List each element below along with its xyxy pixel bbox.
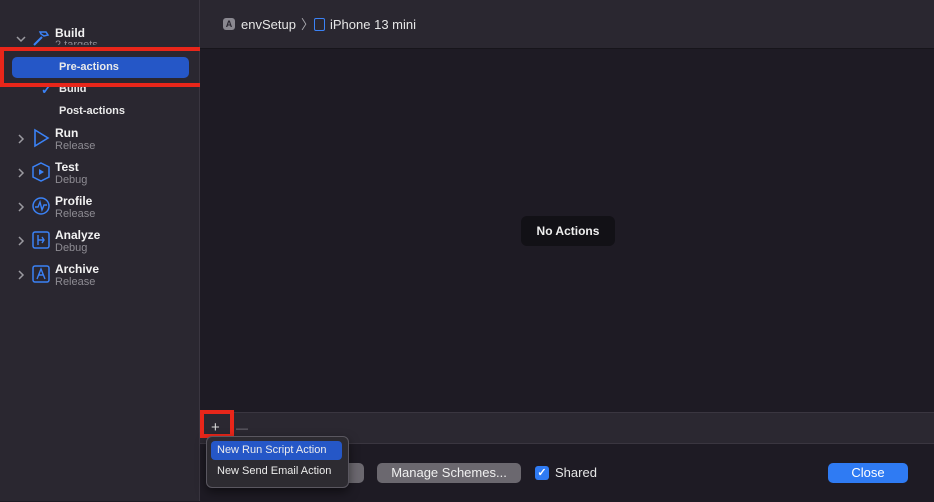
sidebar-group-test[interactable]: Test Debug bbox=[0, 160, 199, 194]
breadcrumb-separator-icon: 〉 bbox=[301, 17, 315, 32]
sidebar-group-archive[interactable]: Archive Release bbox=[0, 262, 199, 296]
play-icon bbox=[31, 128, 50, 148]
group-title: Analyze bbox=[55, 228, 101, 242]
group-title: Profile bbox=[55, 194, 93, 208]
scheme-editor-main: A envSetup 〉 iPhone 13 mini No Actions +… bbox=[200, 0, 934, 502]
group-subtitle: Debug bbox=[55, 174, 88, 186]
add-action-menu: New Run Script Action New Send Email Act… bbox=[206, 436, 349, 488]
sidebar-group-profile[interactable]: Profile Release bbox=[0, 194, 199, 228]
shared-label: Shared bbox=[555, 465, 597, 480]
group-subtitle: Debug bbox=[55, 242, 88, 254]
test-icon bbox=[31, 162, 50, 182]
remove-action-button[interactable]: — bbox=[236, 418, 248, 438]
group-subtitle: Release bbox=[55, 208, 96, 220]
menu-item-label: New Run Script Action bbox=[217, 444, 327, 456]
scheme-header: A envSetup 〉 iPhone 13 mini bbox=[200, 0, 934, 49]
chevron-right-icon[interactable] bbox=[16, 202, 28, 214]
archive-icon bbox=[31, 264, 50, 283]
group-subtitle: Release bbox=[55, 140, 96, 152]
highlight-box-add-button bbox=[200, 410, 234, 438]
breadcrumb-device[interactable]: iPhone 13 mini bbox=[330, 17, 416, 33]
highlight-box-pre-actions bbox=[0, 47, 206, 87]
group-title: Build bbox=[55, 26, 85, 40]
hammer-icon bbox=[31, 28, 50, 46]
menu-item-new-run-script[interactable]: New Run Script Action bbox=[211, 441, 342, 460]
group-title: Run bbox=[55, 126, 79, 140]
sidebar-group-analyze[interactable]: Analyze Debug bbox=[0, 228, 199, 262]
empty-state-label: No Actions bbox=[521, 216, 615, 246]
shared-checkbox[interactable]: ✓ bbox=[535, 466, 549, 480]
sidebar-group-run[interactable]: Run Release bbox=[0, 126, 199, 160]
chevron-right-icon[interactable] bbox=[16, 168, 28, 180]
chevron-down-icon[interactable] bbox=[16, 34, 28, 46]
chevron-right-icon[interactable] bbox=[16, 236, 28, 248]
group-subtitle: Release bbox=[55, 276, 96, 288]
gauge-icon bbox=[31, 196, 50, 215]
app-target-icon: A bbox=[223, 18, 235, 30]
manage-schemes-button[interactable]: Manage Schemes... bbox=[377, 463, 521, 483]
sidebar-item-post-actions[interactable]: Post-actions bbox=[12, 101, 189, 122]
menu-item-label: New Send Email Action bbox=[217, 465, 332, 477]
actions-list: No Actions bbox=[200, 49, 934, 412]
group-title: Archive bbox=[55, 262, 100, 276]
chevron-right-icon[interactable] bbox=[16, 134, 28, 146]
chevron-right-icon[interactable] bbox=[16, 270, 28, 282]
device-icon bbox=[314, 18, 325, 31]
analyze-icon bbox=[31, 230, 50, 249]
menu-item-new-send-email[interactable]: New Send Email Action bbox=[211, 462, 342, 481]
group-title: Test bbox=[55, 160, 79, 174]
close-button[interactable]: Close bbox=[828, 463, 908, 483]
breadcrumb-project[interactable]: envSetup bbox=[241, 17, 296, 33]
sidebar-item-label: Post-actions bbox=[59, 105, 126, 117]
